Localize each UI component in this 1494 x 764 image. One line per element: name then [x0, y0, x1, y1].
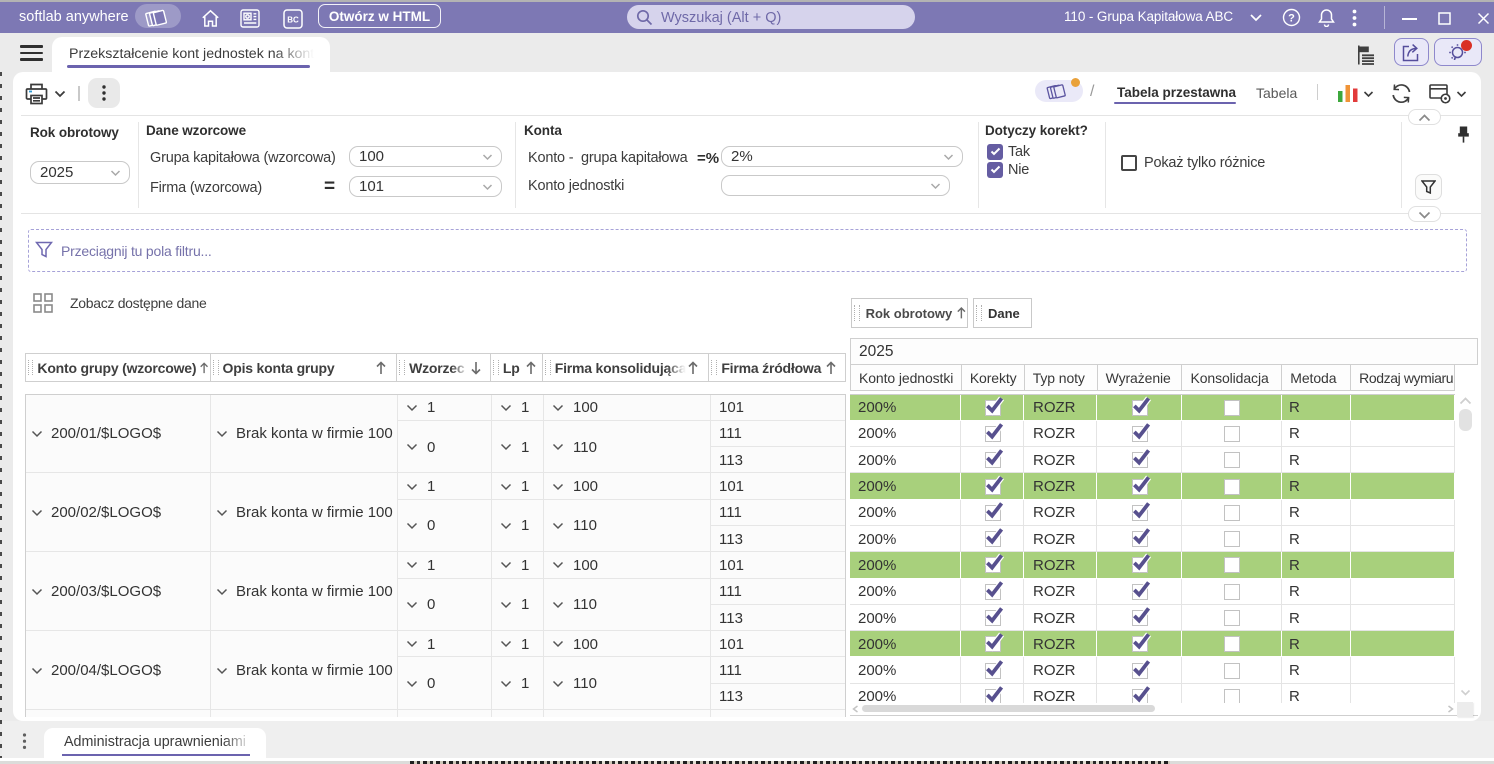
svg-text:?: ?: [1288, 13, 1295, 25]
svg-text:BC: BC: [287, 16, 299, 25]
